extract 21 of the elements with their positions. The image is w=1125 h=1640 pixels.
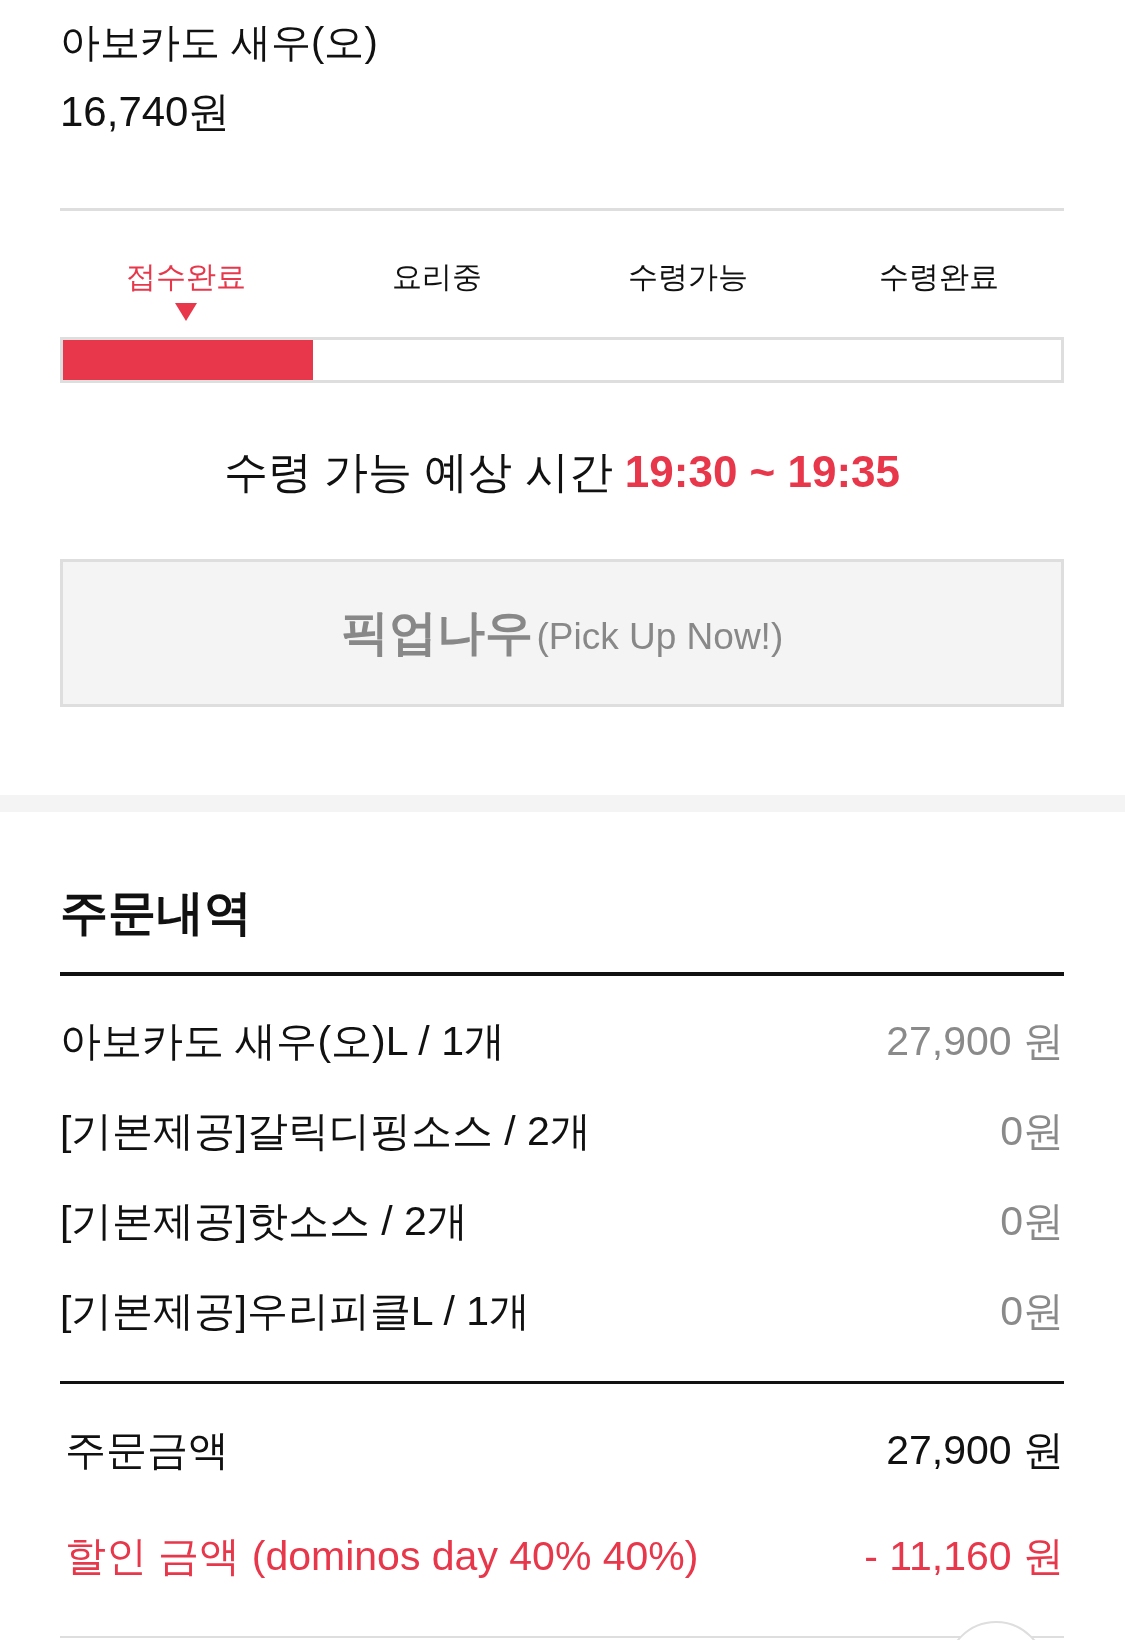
order-total-amount: 27,900 원 bbox=[886, 1426, 1064, 1475]
order-item-name: [기본제공]우리피클L / 1개 bbox=[60, 1287, 531, 1336]
discount-label: 할인 금액 (dominos day 40% 40%) bbox=[64, 1532, 699, 1581]
status-step-label: 수령가능 bbox=[627, 259, 748, 295]
product-price: 16,740원 bbox=[60, 87, 231, 137]
down-triangle-icon bbox=[174, 303, 197, 321]
order-item-price: 0원 bbox=[1000, 1107, 1064, 1156]
status-step-label: 수령완료 bbox=[878, 259, 999, 295]
product-name: 아보카도 새우(오) bbox=[60, 19, 378, 66]
order-item-name: [기본제공]갈릭디핑소스 / 2개 bbox=[60, 1107, 591, 1156]
pickup-time-text: 수령 가능 예상 시간 19:30 ~ 19:35 bbox=[223, 446, 901, 498]
order-item-price: 27,900 원 bbox=[886, 1017, 1064, 1066]
status-step-label: 요리중 bbox=[391, 259, 482, 295]
order-total-label: 주문금액 bbox=[64, 1426, 229, 1475]
order-item-price: 0원 bbox=[1000, 1197, 1064, 1246]
status-step-label: 접수완료 bbox=[125, 259, 246, 295]
order-history-heading: 주문내역 bbox=[60, 885, 252, 941]
order-item-name: 아보카도 새우(오)L / 1개 bbox=[60, 1017, 505, 1066]
discount-amount: - 11,160 원 bbox=[864, 1532, 1064, 1581]
order-item-name: [기본제공]핫소스 / 2개 bbox=[60, 1197, 468, 1246]
order-item-price: 0원 bbox=[1000, 1287, 1064, 1336]
